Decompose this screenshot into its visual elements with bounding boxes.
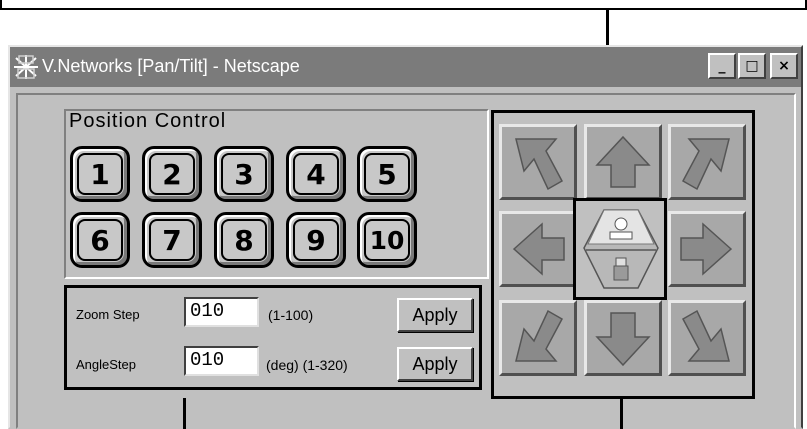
arrow-right-icon: [680, 222, 733, 276]
maximize-icon: □: [745, 58, 759, 74]
netscape-app-icon: [13, 54, 39, 80]
arrow-left-icon: [512, 222, 565, 276]
arrow-up-icon: [595, 135, 651, 188]
preset-label: 3: [234, 157, 254, 191]
callout-frame-top: [0, 0, 807, 10]
preset-label: 4: [306, 157, 326, 191]
angle-step-label: AngleStep: [76, 357, 136, 372]
preset-label: 9: [306, 223, 326, 257]
close-icon: ×: [778, 58, 790, 74]
arrow-down-left-icon: [515, 309, 564, 362]
arrow-down-right-icon: [681, 309, 730, 362]
pan-right-button[interactable]: [668, 211, 746, 287]
preset-button-8[interactable]: 8: [214, 212, 274, 268]
arrow-up-left-icon: [515, 138, 564, 191]
preset-button-9[interactable]: 9: [286, 212, 346, 268]
preset-label: 5: [377, 157, 397, 191]
preset-button-4[interactable]: 4: [286, 146, 346, 202]
home-position-button[interactable]: [582, 206, 660, 292]
arrow-up-right-icon: [681, 138, 730, 191]
preset-button-7[interactable]: 7: [142, 212, 202, 268]
window-title: V.Networks [Pan/Tilt] - Netscape: [42, 56, 300, 76]
preset-button-1[interactable]: 1: [70, 146, 130, 202]
preset-label: 8: [234, 223, 254, 257]
pan-left-button[interactable]: [499, 211, 577, 287]
preset-button-5[interactable]: 5: [357, 146, 417, 202]
close-button[interactable]: ×: [770, 53, 798, 79]
preset-button-6[interactable]: 6: [70, 212, 130, 268]
angle-apply-button[interactable]: Apply: [397, 347, 473, 381]
maximize-button[interactable]: □: [738, 53, 766, 79]
tilt-up-button[interactable]: [584, 124, 662, 200]
minimize-button[interactable]: _: [708, 53, 736, 79]
zoom-step-input[interactable]: 010: [184, 297, 259, 327]
pan-up-left-button[interactable]: [499, 124, 577, 200]
angle-step-input[interactable]: 010: [184, 346, 259, 376]
preset-label: 2: [162, 157, 182, 191]
pan-down-left-button[interactable]: [499, 300, 577, 376]
preset-button-10[interactable]: 10: [357, 212, 417, 268]
pan-down-right-button[interactable]: [668, 300, 746, 376]
callout-line-home: [620, 398, 623, 429]
tilt-down-button[interactable]: [584, 300, 662, 376]
zoom-apply-button[interactable]: Apply: [397, 298, 473, 332]
angle-range-hint: (deg) (1-320): [266, 357, 348, 373]
pan-up-right-button[interactable]: [668, 124, 746, 200]
preset-label: 7: [162, 223, 182, 257]
preset-label: 6: [90, 223, 110, 257]
arrow-down-icon: [595, 312, 651, 367]
preset-label: 10: [369, 225, 405, 255]
preset-button-3[interactable]: 3: [214, 146, 274, 202]
callout-line-steps: [183, 398, 186, 429]
zoom-range-hint: (1-100): [268, 307, 314, 323]
preset-button-2[interactable]: 2: [142, 146, 202, 202]
zoom-step-label: Zoom Step: [76, 307, 140, 322]
position-control-label: Position Control: [69, 110, 227, 132]
preset-label: 1: [90, 157, 110, 191]
home-position-icon: [583, 209, 659, 289]
minimize-icon: _: [718, 58, 726, 74]
